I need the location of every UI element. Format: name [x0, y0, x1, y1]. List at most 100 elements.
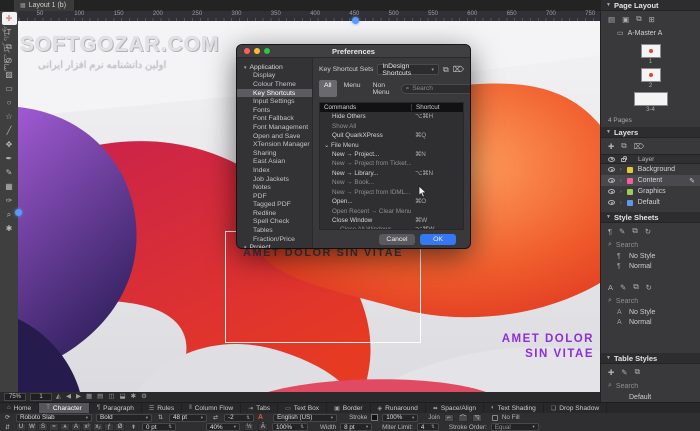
type-style-toggle[interactable]: Ø	[115, 423, 125, 431]
filter-tab-non-menu[interactable]: Non Menu	[368, 80, 395, 97]
sidebar-item-tables[interactable]: Tables	[237, 226, 312, 235]
layers-tool-icon[interactable]: ✚	[608, 142, 614, 151]
type-style-toggle[interactable]: S	[38, 423, 48, 431]
tracking-field[interactable]: -2 ⇅	[224, 413, 254, 422]
visibility-eye-icon[interactable]	[608, 200, 615, 205]
baseline-shift-field[interactable]: 0 pt ⇅	[142, 423, 176, 431]
sidebar-item-index[interactable]: Index	[237, 166, 312, 175]
status-view-icon[interactable]: ▶	[76, 393, 81, 401]
guide-marker-top[interactable]	[352, 17, 359, 24]
page-layout-tool-icon[interactable]: ⧉	[636, 14, 641, 24]
eyedropper-tool[interactable]: ✑	[2, 194, 17, 207]
status-view-icon[interactable]: ▤	[97, 393, 103, 401]
command-row[interactable]: Close Window ⌘W	[320, 216, 463, 225]
type-style-toggle[interactable]: x₂	[93, 423, 103, 431]
cancel-button[interactable]: Cancel	[379, 233, 415, 245]
type-style-toggle[interactable]: ≈	[49, 423, 59, 431]
sidebar-item-spell-check[interactable]: Spell Check	[237, 218, 312, 227]
rectangle-box-tool[interactable]: ▭	[2, 82, 17, 95]
palette-tab-home[interactable]: ⌂ Home	[0, 403, 40, 413]
sidebar-item-sharing[interactable]: Sharing	[237, 149, 312, 158]
status-view-icon[interactable]: ◭	[56, 393, 61, 401]
stroke-opacity-select[interactable]: 100% ▾	[382, 413, 419, 422]
paragraph-style-item[interactable]: ¶ Normal	[601, 261, 700, 271]
sidebar-item-colour-theme[interactable]: Colour Theme	[237, 80, 312, 89]
zoom-window-icon[interactable]	[264, 48, 270, 54]
page-number-field[interactable]: 1	[30, 393, 52, 401]
character-styles-tool-icon[interactable]: A	[608, 283, 613, 292]
no-fill-checkbox[interactable]	[491, 414, 498, 421]
paragraph-style-item[interactable]: ¶ No Style	[601, 251, 700, 261]
status-view-icon[interactable]: ◫	[108, 393, 114, 401]
page-thumbnail-1[interactable]	[640, 44, 661, 58]
command-row[interactable]: New → Library... ⌥⌘N	[320, 169, 463, 178]
character-styles-tool-icon[interactable]: ↻	[646, 283, 652, 292]
page-layout-tool-icon[interactable]: ▤	[608, 15, 615, 24]
sidebar-item-redline[interactable]: Redline	[237, 209, 312, 218]
canvas-corner-text[interactable]: AMET DOLOR SIN VITAE	[502, 332, 594, 362]
font-size-select[interactable]: 48 pt ▾	[169, 413, 207, 422]
sidebar-item-key-shortcuts[interactable]: Key Shortcuts	[237, 88, 312, 98]
palette-tab-space-align[interactable]: ⬌ Space/Align	[426, 403, 485, 413]
sidebar-item-tagged-pdf[interactable]: Tagged PDF	[237, 201, 312, 210]
command-row[interactable]: New → Project... ⌘N	[320, 150, 463, 159]
palette-tab-border[interactable]: ▣ Border	[327, 403, 371, 413]
character-styles-tool-icon[interactable]: ✎	[620, 283, 626, 292]
table-styles-panel-header[interactable]: ▼ Table Styles	[601, 353, 700, 364]
commands-column-header[interactable]: Commands	[320, 104, 411, 111]
zoom-level-field[interactable]: 75%	[4, 393, 26, 401]
character-style-item[interactable]: A No Style	[601, 307, 700, 317]
starburst-tool[interactable]: ☆	[2, 110, 17, 123]
move-tool[interactable]: ✥	[2, 138, 17, 151]
page-layout-tool-icon[interactable]: ⊞	[649, 15, 655, 24]
sidebar-item-notes[interactable]: Notes	[237, 183, 312, 192]
command-row[interactable]: Quit QuarkXPress ⌘Q	[320, 131, 463, 140]
dialog-title-bar[interactable]: Preferences	[237, 45, 470, 58]
line-tool[interactable]: ╱	[2, 124, 17, 137]
status-view-icon[interactable]: ⚙	[141, 393, 147, 401]
visibility-eye-icon[interactable]	[608, 167, 615, 172]
table-style-search[interactable]: ⌕	[601, 380, 700, 392]
paragraph-styles-tool-icon[interactable]: ↻	[645, 227, 651, 236]
status-view-icon[interactable]: ▦	[86, 393, 92, 401]
sidebar-group[interactable]: ▼ Project	[237, 243, 312, 248]
command-row[interactable]: ⌄ File Menu	[320, 140, 463, 149]
zoom-tool[interactable]: ⌕	[2, 208, 17, 221]
layers-panel-header[interactable]: ▼ Layers	[601, 127, 700, 138]
sidebar-item-fraction-price[interactable]: Fraction/Price	[237, 235, 312, 244]
sidebar-item-job-jackets[interactable]: Job Jackets	[237, 175, 312, 184]
command-search-box[interactable]: ⌕	[400, 83, 470, 94]
paragraph-styles-tool-icon[interactable]: ¶	[608, 227, 612, 236]
duplicate-set-icon[interactable]: ⧉	[443, 65, 449, 75]
type-style-toggle[interactable]: x²	[82, 423, 92, 431]
palette-tab-rules[interactable]: ☰ Rules	[142, 403, 183, 413]
freehand-line-tool[interactable]: ✎	[2, 166, 17, 179]
status-view-icon[interactable]: ◀	[66, 393, 71, 401]
layer-row[interactable]: › Content ✎	[601, 175, 700, 186]
language-select[interactable]: English (US) ▾	[273, 413, 338, 422]
miter-join-button[interactable]: ⌐	[443, 413, 454, 422]
palette-tab-tabs[interactable]: ⇥ Tabs	[241, 403, 279, 413]
table-styles-tool-icon[interactable]: ✚	[608, 368, 614, 377]
palette-tab-column-flow[interactable]: ⫴ Column Flow	[182, 403, 242, 413]
baseline-icon[interactable]: ⇵	[3, 423, 12, 431]
filter-tab-all[interactable]: All	[319, 80, 337, 97]
command-row[interactable]: Show All	[320, 121, 463, 130]
sync-icon[interactable]: ⟳	[3, 414, 12, 422]
font-family-select[interactable]: Roboto Slab ▾	[16, 413, 92, 422]
layers-tool-icon[interactable]: ⌦	[634, 142, 645, 151]
overline-button[interactable]: Ā	[258, 423, 268, 431]
character-style-search[interactable]: ⌕	[601, 295, 700, 307]
type-style-toggle[interactable]: A	[71, 423, 81, 431]
command-row[interactable]: New → Project from Ticket...	[320, 159, 463, 168]
table-style-search-input[interactable]	[615, 382, 686, 390]
delete-set-icon[interactable]: ⌦	[453, 65, 464, 74]
command-search-input[interactable]	[412, 85, 470, 92]
scale-select[interactable]: 40% ▾	[206, 423, 240, 431]
type-style-toggle[interactable]: U	[16, 423, 26, 431]
page-thumbnail-2[interactable]	[640, 68, 661, 82]
type-style-toggle[interactable]: ƒ	[104, 423, 114, 431]
minimize-window-icon[interactable]	[254, 48, 260, 54]
palette-tab-text-box[interactable]: ▭ Text Box	[278, 403, 328, 413]
sidebar-item-open-and-save[interactable]: Open and Save	[237, 132, 312, 141]
